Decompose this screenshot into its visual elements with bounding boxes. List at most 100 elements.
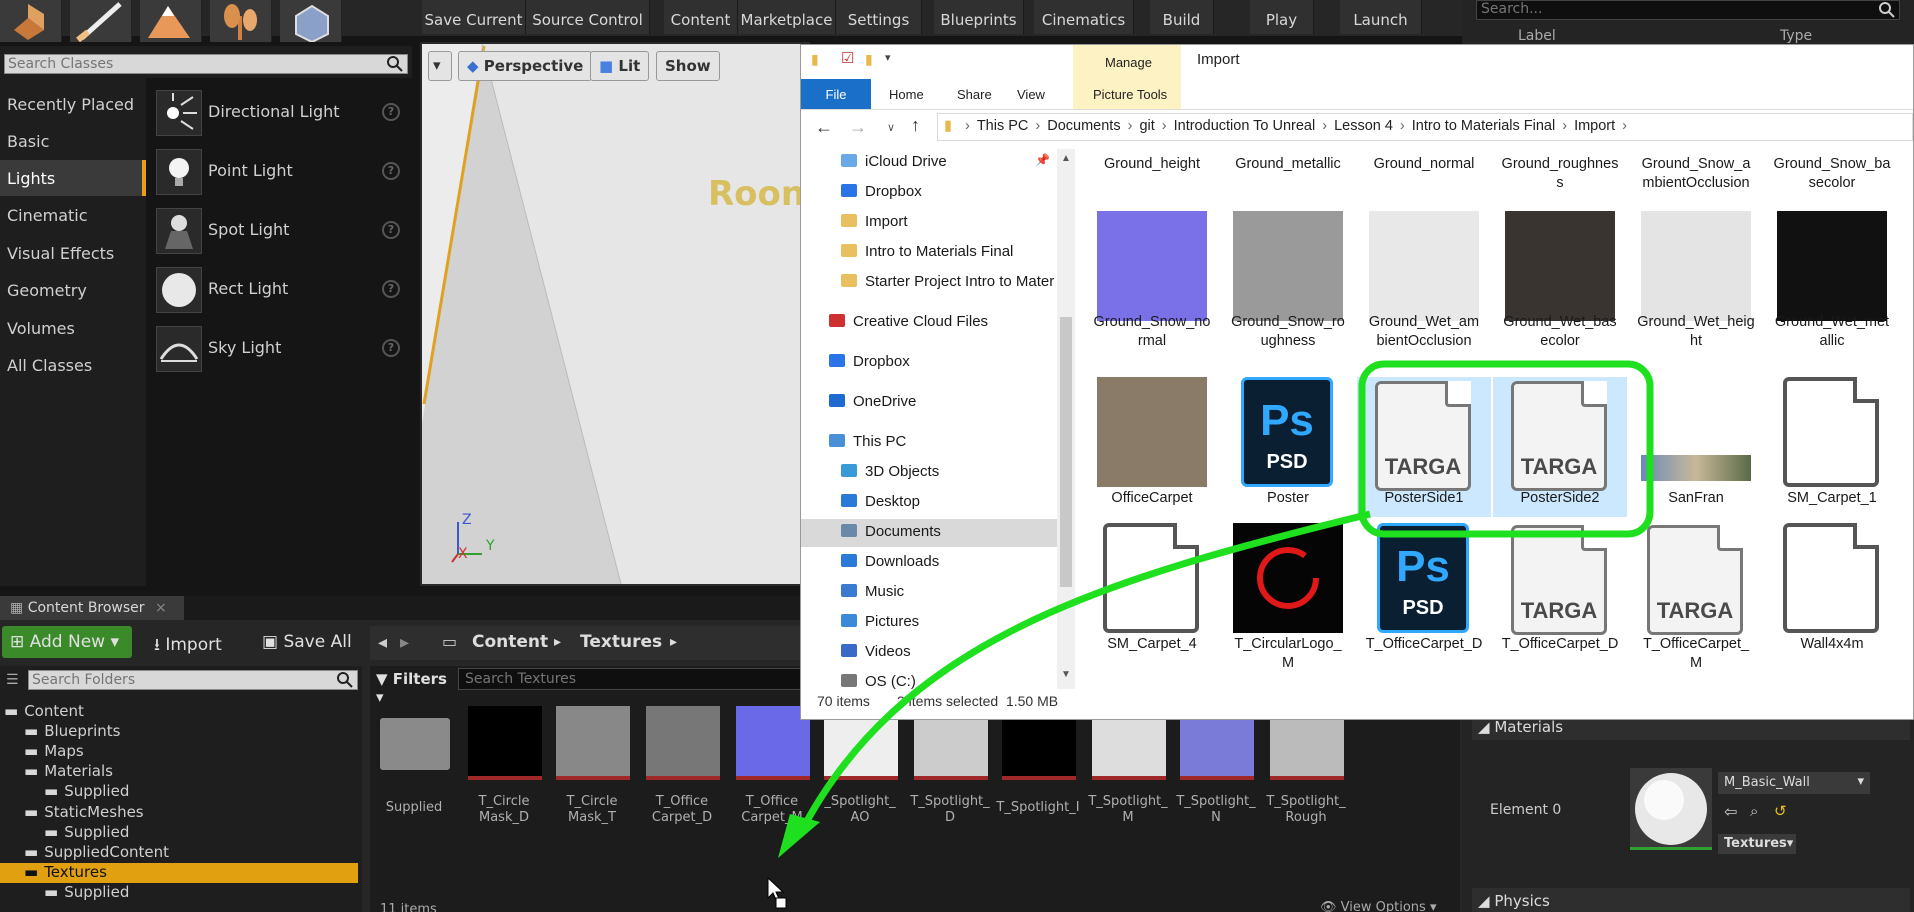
tab-view[interactable]: View	[1017, 87, 1045, 102]
asset-tile[interactable]	[552, 706, 632, 780]
filters-button[interactable]: ▼ Filters ▾	[376, 668, 454, 706]
source-control-button[interactable]: Source Control	[526, 0, 650, 34]
tab-home[interactable]: Home	[889, 87, 924, 102]
nav-item[interactable]: This PC	[801, 429, 1057, 457]
folder-tree-item[interactable]: ▬ Materials	[0, 762, 358, 782]
folder-tree-item[interactable]: ▬ Blueprints	[0, 722, 358, 742]
search-folders-input[interactable]	[32, 672, 328, 688]
new-folder-icon[interactable]: ▮	[865, 51, 873, 68]
blueprints-button[interactable]: Blueprints	[934, 0, 1024, 34]
show-button[interactable]: Show	[656, 51, 720, 81]
textures-dropdown[interactable]: Textures▾	[1718, 834, 1796, 854]
physics-section-header[interactable]: ◢ Physics	[1472, 888, 1910, 912]
category-all-classes[interactable]: All Classes	[0, 347, 146, 383]
tab-share[interactable]: Share	[957, 87, 992, 102]
save-current-button[interactable]: Save Current	[422, 0, 526, 34]
lit-button[interactable]: ■ Lit	[590, 51, 650, 81]
breadcrumb-segment[interactable]: Lesson 4	[1334, 118, 1393, 134]
back-arrow-icon[interactable]: ←	[815, 117, 833, 138]
nav-item[interactable]: Dropbox	[801, 349, 1057, 377]
asset-tile[interactable]	[464, 706, 544, 780]
close-icon[interactable]: ×	[155, 600, 167, 616]
customize-toolbar-icon[interactable]: ▾	[885, 51, 891, 64]
paint-mode-icon[interactable]	[70, 0, 132, 43]
nav-item[interactable]: Starter Project Intro to Mater	[801, 269, 1057, 297]
nav-item[interactable]: Pictures	[801, 609, 1057, 637]
level-viewport[interactable]: Roon ▾ ◆ Perspective ■ Lit Show Z X Y	[420, 42, 810, 586]
nav-item[interactable]: Creative Cloud Files	[801, 309, 1057, 337]
build-button[interactable]: Build	[1150, 0, 1214, 34]
category-visual-effects[interactable]: Visual Effects	[0, 235, 146, 271]
scroll-up-icon[interactable]: ▲	[1061, 153, 1071, 164]
type-column-header[interactable]: Type	[1780, 28, 1812, 44]
breadcrumb-segment[interactable]: Intro to Materials Final	[1412, 118, 1555, 134]
light-item-spot[interactable]: Spot Light ?	[150, 202, 408, 260]
browse-search-icon[interactable]: ⌕	[1750, 802, 1758, 820]
breadcrumb-segment[interactable]: This PC	[977, 118, 1029, 134]
category-basic[interactable]: Basic	[0, 123, 146, 159]
search-classes-field[interactable]	[4, 54, 408, 74]
nav-item[interactable]: Videos	[801, 639, 1057, 667]
help-icon[interactable]: ?	[382, 103, 400, 121]
pin-icon[interactable]: 📌	[1035, 153, 1050, 167]
perspective-button[interactable]: ◆ Perspective	[458, 51, 593, 81]
asset-tile[interactable]	[642, 706, 722, 780]
folder-tree-item[interactable]: ▬ Supplied	[0, 883, 358, 903]
breadcrumb-segment[interactable]: Import	[1574, 118, 1615, 134]
search-folders-field[interactable]	[28, 670, 358, 690]
search-classes-input[interactable]	[8, 56, 378, 72]
light-item-rect[interactable]: Rect Light ?	[150, 261, 408, 319]
geometry-mode-icon[interactable]	[280, 0, 342, 44]
tab-picture-tools[interactable]: Picture Tools	[1093, 87, 1167, 102]
content-browser-tab[interactable]: ▦ Content Browser ×	[0, 596, 184, 620]
nav-item[interactable]: Import	[801, 209, 1057, 237]
nav-item[interactable]: Downloads	[801, 549, 1057, 577]
category-geometry[interactable]: Geometry	[0, 272, 146, 308]
save-all-button[interactable]: ▣ Save All	[254, 626, 360, 658]
place-mode-icon[interactable]	[0, 0, 62, 42]
category-recently-placed[interactable]: Recently Placed	[0, 86, 146, 122]
help-icon[interactable]: ?	[382, 280, 400, 298]
category-cinematic[interactable]: Cinematic	[0, 197, 146, 233]
add-new-button[interactable]: ⊞ Add New ▾	[2, 626, 132, 658]
forward-arrow-icon[interactable]: →	[849, 117, 867, 138]
view-options-button[interactable]: 👁 View Options ▾	[1320, 900, 1436, 912]
folder-tree-item[interactable]: ▬ Content	[0, 702, 358, 722]
use-selected-arrow-icon[interactable]: ⇦	[1724, 802, 1737, 821]
light-item-directional[interactable]: Directional Light ?	[150, 84, 408, 142]
breadcrumb-segment[interactable]: git	[1139, 118, 1154, 134]
scroll-down-icon[interactable]: ▼	[1061, 669, 1071, 680]
label-column-header[interactable]: Label	[1518, 28, 1556, 44]
help-icon[interactable]: ?	[382, 221, 400, 239]
nav-item[interactable]: Intro to Materials Final	[801, 239, 1057, 267]
path-segment-textures[interactable]: Textures	[580, 632, 662, 652]
outliner-search-input[interactable]	[1481, 1, 1861, 17]
forward-arrow-icon[interactable]: ▸	[400, 632, 409, 653]
foliage-mode-icon[interactable]	[210, 0, 272, 42]
breadcrumb-segment[interactable]: Documents	[1047, 118, 1120, 134]
back-arrow-icon[interactable]: ◂	[378, 632, 387, 653]
folder-tree-item[interactable]: ▬ SuppliedContent	[0, 843, 358, 863]
nav-item[interactable]: iCloud Drive	[801, 149, 1057, 177]
breadcrumb-segment[interactable]: Introduction To Unreal	[1174, 118, 1316, 134]
material-thumbnail[interactable]	[1630, 768, 1712, 850]
settings-button[interactable]: Settings	[836, 0, 922, 34]
play-button[interactable]: Play	[1250, 0, 1314, 34]
material-select[interactable]: M_Basic_Wall ▾	[1718, 772, 1870, 794]
viewport-options-button[interactable]: ▾	[428, 51, 452, 81]
category-lights[interactable]: Lights	[0, 160, 146, 196]
help-icon[interactable]: ?	[382, 339, 400, 357]
reset-to-default-icon[interactable]: ↺	[1774, 802, 1787, 820]
folder-tree-item[interactable]: ▬ Textures	[0, 862, 358, 883]
import-button[interactable]: ⭳ Import	[146, 626, 230, 658]
properties-icon[interactable]: ☑	[841, 49, 854, 67]
folder-tree-item[interactable]: ▬ Supplied	[0, 782, 358, 802]
nav-item[interactable]: Dropbox	[801, 179, 1057, 207]
landscape-mode-icon[interactable]	[140, 0, 202, 42]
folders-toggle-icon[interactable]: ☰	[6, 672, 19, 688]
nav-item[interactable]: OS (C:)	[801, 669, 1057, 689]
help-icon[interactable]: ?	[382, 162, 400, 180]
launch-button[interactable]: Launch	[1340, 0, 1422, 34]
nav-scrollbar[interactable]: ▲ ▼	[1057, 149, 1075, 689]
path-segment-content[interactable]: Content	[472, 632, 548, 652]
